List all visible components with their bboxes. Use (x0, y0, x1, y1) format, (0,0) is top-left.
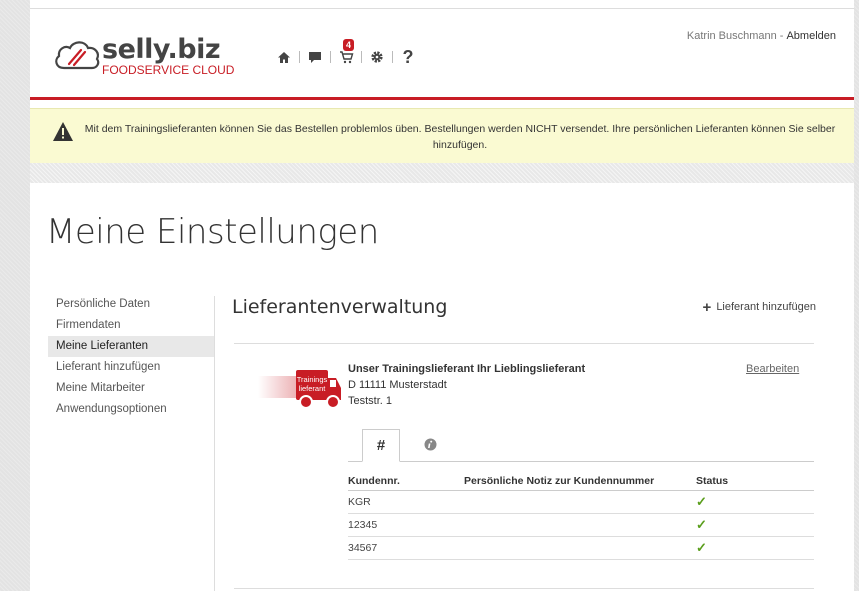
nav-divider (392, 51, 393, 63)
notice-text: Mit dem Trainingslieferanten können Sie … (84, 123, 836, 151)
add-supplier-button[interactable]: + Lieferant hinzufügen (702, 298, 816, 316)
warning-icon (53, 122, 73, 141)
table-row: 12345 ✓ (348, 513, 814, 537)
col-customer-no: Kundennr. (348, 471, 464, 491)
sidebar-item-my-suppliers[interactable]: Meine Lieferanten (48, 336, 214, 357)
tab-info[interactable] (412, 429, 448, 460)
help-label: ? (402, 46, 414, 67)
add-supplier-label: Lieferant hinzufügen (716, 301, 816, 313)
header-divider (30, 97, 854, 100)
logout-link[interactable]: Abmelden (786, 30, 836, 42)
header-nav: 4 ? (274, 39, 418, 70)
user-separator: - (779, 30, 784, 42)
table-header-row: Kundennr. Persönliche Notiz zur Kundennu… (348, 471, 814, 491)
col-note: Persönliche Notiz zur Kundennummer (464, 471, 696, 491)
plus-icon: + (702, 298, 712, 316)
supplier-city: D 11111 Musterstadt (348, 379, 447, 391)
hatched-spacer (30, 163, 854, 183)
brand-logo[interactable]: selly.biz FOODSERVICE CLOUD (52, 30, 262, 78)
table-row: KGR ✓ (348, 490, 814, 514)
sidebar-item-company-data[interactable]: Firmendaten (48, 315, 214, 336)
help-icon[interactable]: ? (398, 47, 418, 67)
sidebar-item-employees[interactable]: Meine Mitarbeiter (48, 378, 214, 399)
note-cell (464, 490, 696, 514)
truck-text-2: lieferant (299, 384, 327, 393)
sidebar-item-personal-data[interactable]: Persönliche Daten (48, 294, 214, 315)
gear-icon[interactable] (367, 47, 387, 67)
nav-divider (299, 51, 300, 63)
user-area: Katrin Buschmann - Abmelden (687, 30, 836, 42)
supplier-street: Teststr. 1 (348, 395, 393, 407)
customer-number-table: Kundennr. Persönliche Notiz zur Kundennu… (348, 471, 814, 560)
sidebar-divider (214, 296, 215, 591)
status-cell: ✓ (696, 490, 814, 514)
truck-text-1: Trainings (297, 375, 328, 384)
edit-supplier-link[interactable]: Bearbeiten (746, 363, 799, 375)
cart-icon[interactable]: 4 (336, 39, 356, 67)
home-icon[interactable] (274, 47, 294, 67)
settings-sidebar: Persönliche Daten Firmendaten Meine Lief… (48, 294, 214, 420)
note-cell (464, 536, 696, 560)
nav-divider (330, 51, 331, 63)
sidebar-item-app-options[interactable]: Anwendungsoptionen (48, 399, 214, 420)
info-icon (424, 438, 436, 451)
brand-name: selly.biz (102, 34, 221, 65)
status-cell: ✓ (696, 513, 814, 537)
supplier-tabs: # (348, 429, 814, 462)
customer-no-cell: 34567 (348, 536, 464, 560)
tab-hash-label: # (376, 437, 386, 454)
nav-divider (361, 51, 362, 63)
cart-count-badge: 4 (343, 39, 355, 51)
chat-icon[interactable] (305, 47, 325, 67)
table-row: 34567 ✓ (348, 536, 814, 560)
user-name: Katrin Buschmann (686, 30, 777, 42)
cloud-cutlery-icon (55, 41, 100, 70)
section-title: Lieferantenverwaltung (232, 296, 448, 318)
col-status: Status (696, 471, 814, 491)
page-container: selly.biz FOODSERVICE CLOUD 4 ? Katrin B… (30, 0, 854, 591)
section-divider (234, 343, 814, 344)
page-title: Meine Einstellungen (46, 212, 379, 252)
sidebar-item-add-supplier[interactable]: Lieferant hinzufügen (48, 357, 214, 378)
training-supplier-truck-icon: Trainings lieferant (258, 370, 341, 409)
check-icon: ✓ (696, 517, 707, 532)
top-divider (30, 8, 854, 9)
training-notice: Mit dem Trainingslieferanten können Sie … (30, 108, 854, 164)
check-icon: ✓ (696, 494, 707, 509)
brand-subtitle: FOODSERVICE CLOUD (102, 63, 235, 77)
customer-no-cell: KGR (348, 490, 464, 514)
check-icon: ✓ (696, 540, 707, 555)
supplier-name: Unser Trainingslieferant Ihr Lieblingsli… (348, 363, 586, 375)
note-cell (464, 513, 696, 537)
tab-customer-numbers[interactable]: # (362, 429, 400, 462)
customer-no-cell: 12345 (348, 513, 464, 537)
section-bottom-divider (234, 588, 814, 589)
status-cell: ✓ (696, 536, 814, 560)
